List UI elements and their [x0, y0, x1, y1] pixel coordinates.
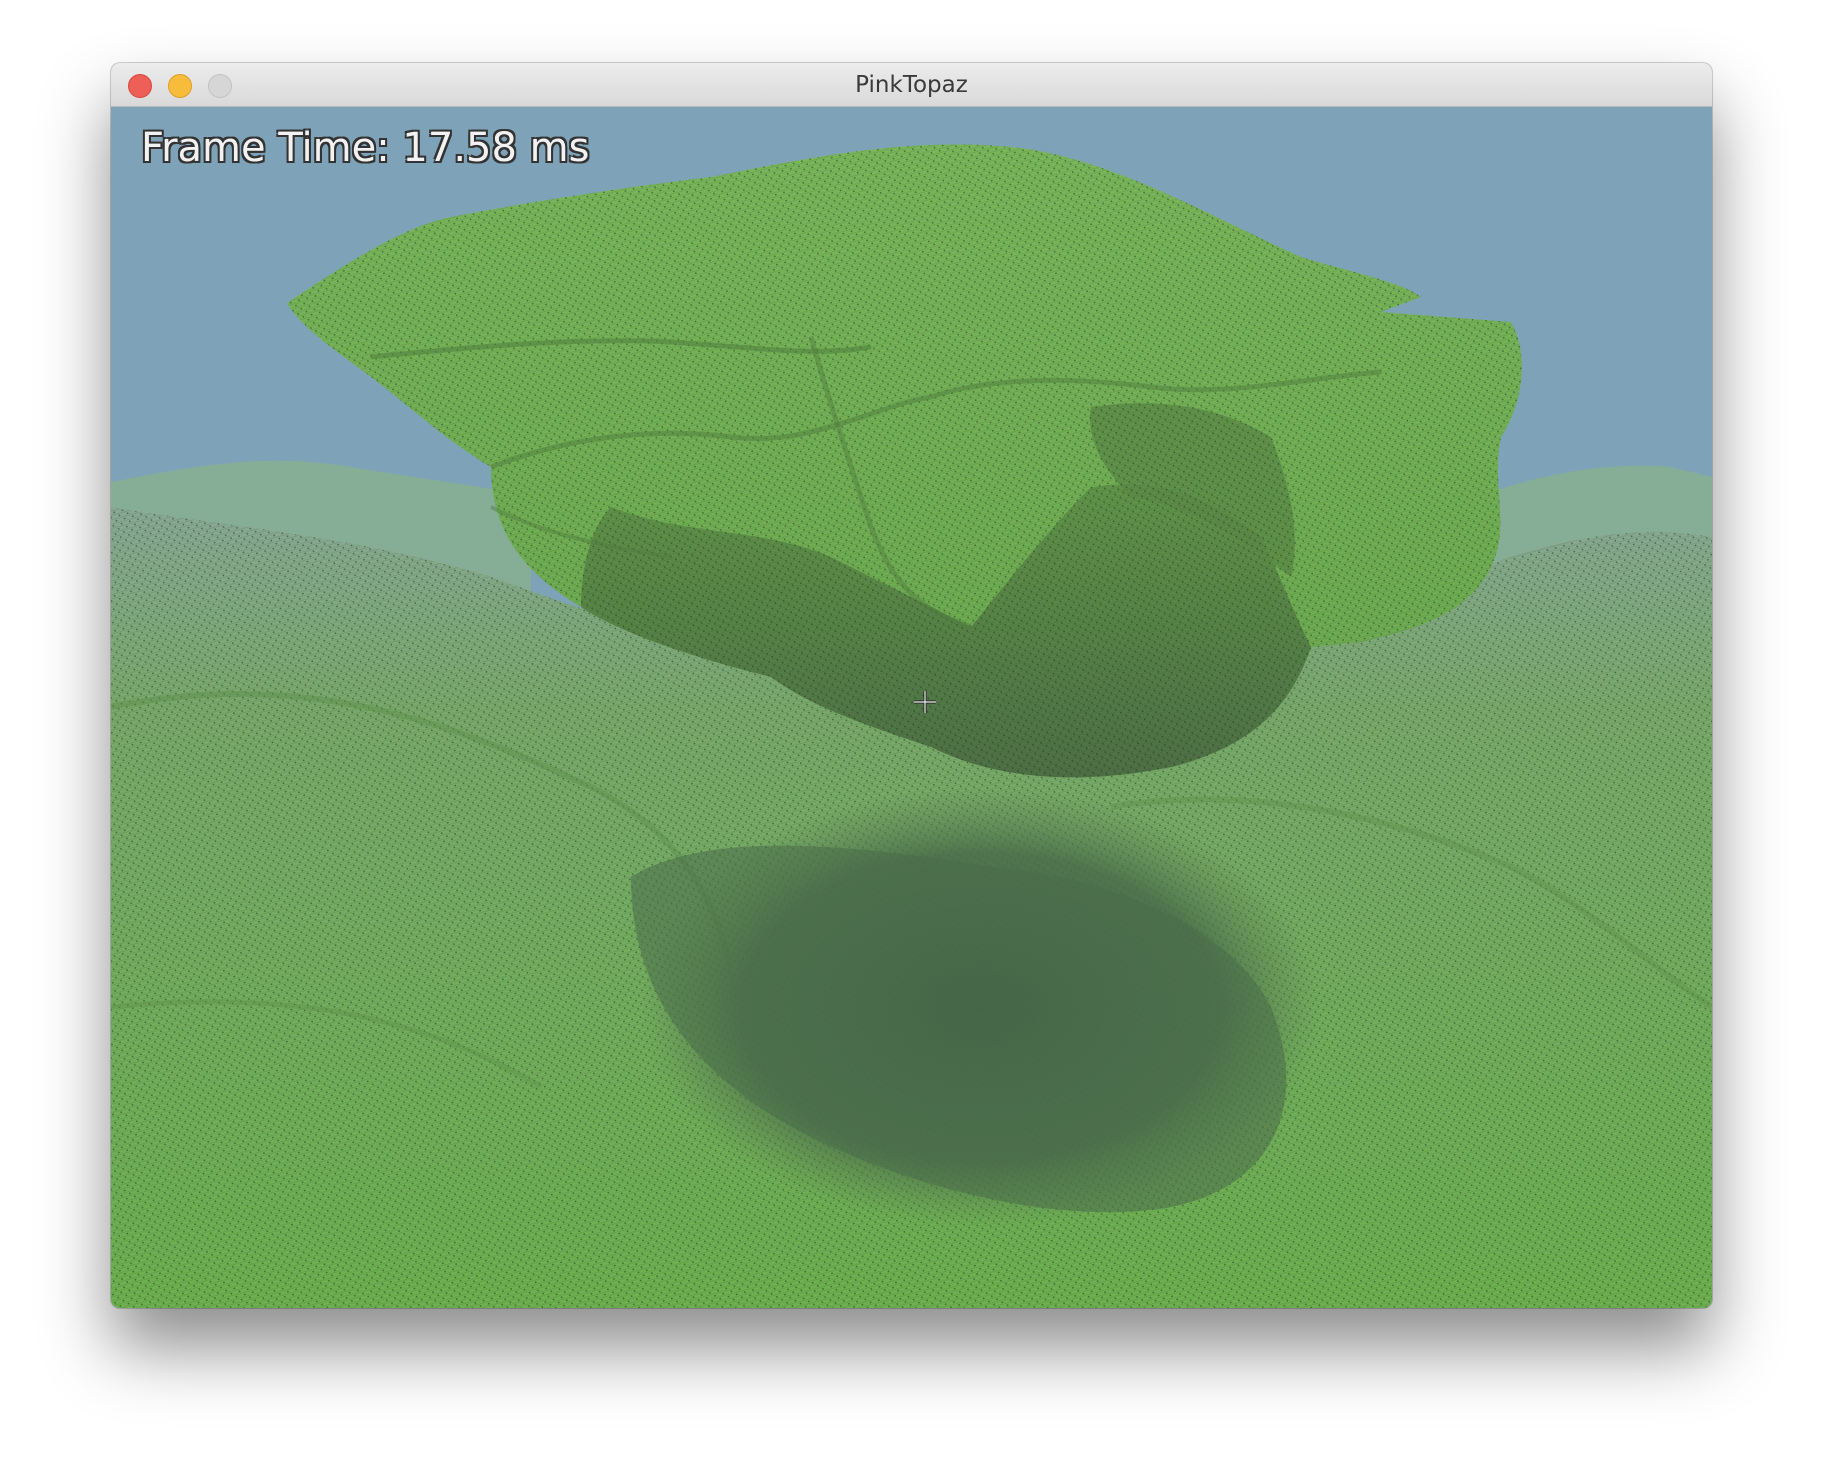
frame-time-readout: Frame Time: 17.58 ms [141, 125, 590, 171]
render-viewport[interactable]: Frame Time: 17.58 ms [111, 107, 1712, 1308]
title-bar[interactable]: PinkTopaz [111, 63, 1712, 107]
crosshair-icon [914, 691, 936, 713]
app-window: PinkTopaz Frame Time: 17.58 ms [111, 63, 1712, 1308]
window-title: PinkTopaz [855, 72, 968, 98]
